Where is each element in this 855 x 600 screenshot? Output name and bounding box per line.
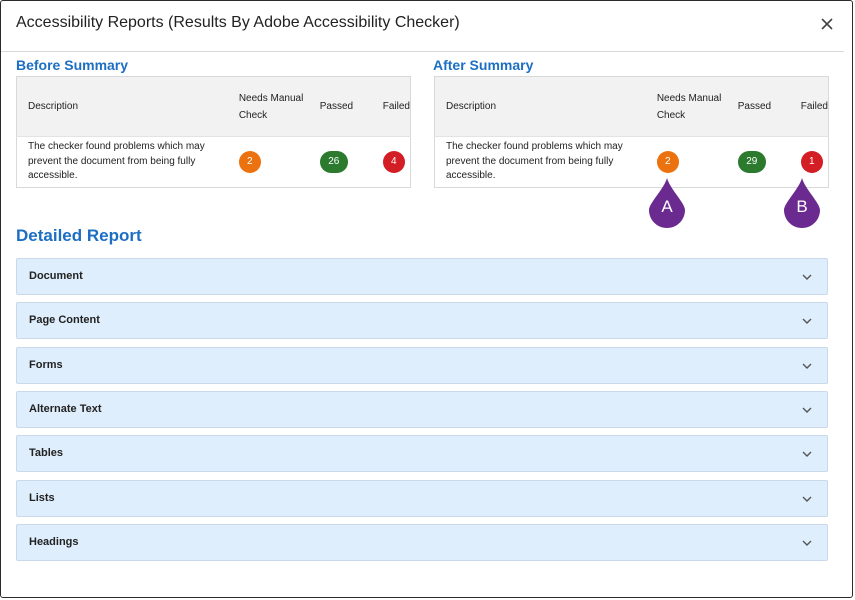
accordion-headings[interactable]: Headings	[16, 524, 828, 561]
accessibility-reports-dialog: Accessibility Reports (Results By Adobe …	[0, 0, 853, 598]
description-cell: The checker found problems which may pre…	[446, 141, 623, 182]
callout-marker-b: B	[783, 177, 821, 229]
description-cell: The checker found problems which may pre…	[28, 141, 205, 182]
column-header-failed: Failed	[789, 76, 829, 137]
before-summary-table: Description Needs Manual Check Passed Fa…	[16, 76, 411, 188]
accordion-document[interactable]: Document	[16, 258, 828, 295]
chevron-down-icon	[802, 496, 812, 502]
column-header-description: Description	[434, 76, 646, 137]
needs-manual-check-badge: 2	[238, 151, 261, 173]
accordion-page-content[interactable]: Page Content	[16, 302, 828, 339]
close-icon	[821, 18, 833, 30]
column-header-needs-manual-check: Needs Manual Check	[227, 76, 309, 137]
callout-marker-a: A	[648, 177, 686, 229]
callout-marker-b-label: B	[796, 197, 808, 216]
needs-manual-check-badge: 2	[656, 151, 679, 173]
chevron-down-icon	[802, 451, 812, 457]
column-header-passed: Passed	[308, 76, 372, 137]
accordion-alternate-text[interactable]: Alternate Text	[16, 391, 828, 428]
after-summary-title: After Summary	[433, 57, 534, 73]
accordion-tables[interactable]: Tables	[16, 435, 828, 472]
dialog-header: Accessibility Reports (Results By Adobe …	[1, 1, 844, 52]
passed-cell: 29	[727, 137, 790, 188]
accordion-label: Page Content	[29, 314, 100, 326]
accordion-label: Forms	[29, 359, 63, 371]
table-header-row: Description Needs Manual Check Passed Fa…	[434, 76, 829, 137]
table-row: The checker found problems which may pre…	[17, 137, 411, 188]
chevron-down-icon	[802, 363, 812, 369]
accordion-forms[interactable]: Forms	[16, 347, 828, 384]
column-header-description: Description	[16, 76, 228, 137]
after-summary-table: Description Needs Manual Check Passed Fa…	[434, 76, 829, 188]
accordion-label: Tables	[29, 447, 64, 459]
before-summary-title: Before Summary	[16, 57, 129, 73]
passed-badge: 26	[319, 151, 348, 173]
close-button[interactable]	[816, 13, 838, 35]
column-header-failed: Failed	[371, 76, 411, 137]
accordion-label: Document	[29, 270, 83, 282]
needs-manual-check-cell: 2	[228, 137, 309, 188]
passed-badge: 29	[737, 151, 766, 173]
chevron-down-icon	[802, 318, 812, 324]
detailed-report-title: Detailed Report	[16, 226, 142, 245]
failed-cell: 4	[372, 137, 411, 188]
chevron-down-icon	[802, 540, 812, 546]
table-row: The checker found problems which may pre…	[435, 137, 829, 188]
column-header-needs-manual-check: Needs Manual Check	[645, 76, 727, 137]
chevron-down-icon	[802, 407, 812, 413]
chevron-down-icon	[802, 274, 812, 280]
failed-badge: 4	[382, 151, 405, 173]
accordion-label: Lists	[29, 492, 55, 504]
dialog-title: Accessibility Reports (Results By Adobe …	[16, 14, 460, 31]
table-header-row: Description Needs Manual Check Passed Fa…	[16, 76, 411, 137]
passed-cell: 26	[309, 137, 372, 188]
accordion-lists[interactable]: Lists	[16, 480, 828, 517]
callout-marker-a-label: A	[661, 197, 673, 216]
column-header-passed: Passed	[726, 76, 790, 137]
failed-badge: 1	[800, 151, 823, 173]
accordion-label: Alternate Text	[29, 403, 102, 415]
accordion-label: Headings	[29, 536, 79, 548]
